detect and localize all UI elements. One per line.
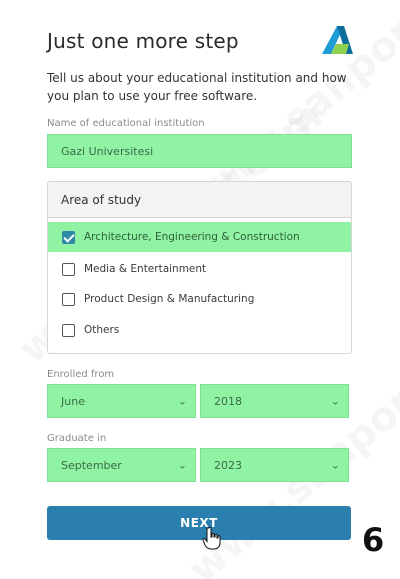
page-title: Just one more step bbox=[47, 29, 239, 53]
graduate-month-value: September bbox=[61, 458, 122, 472]
institution-input[interactable]: Gazi Universitesi bbox=[47, 134, 352, 168]
enrolled-month-select[interactable]: June ⌄ bbox=[47, 384, 196, 418]
area-of-study-panel: Area of study Architecture, Engineering … bbox=[47, 181, 352, 354]
graduate-year-select[interactable]: 2023 ⌄ bbox=[200, 448, 349, 482]
enrolled-label: Enrolled from bbox=[47, 369, 115, 380]
hand-cursor-icon bbox=[202, 526, 221, 550]
enrolled-year-value: 2018 bbox=[214, 394, 242, 408]
institution-value: Gazi Universitesi bbox=[61, 144, 154, 158]
graduate-year-value: 2023 bbox=[214, 458, 242, 472]
study-option-product-design[interactable]: Product Design & Manufacturing bbox=[48, 284, 351, 314]
study-option-label: Architecture, Engineering & Construction bbox=[84, 231, 300, 243]
checkbox-icon[interactable] bbox=[62, 262, 75, 276]
study-option-label: Media & Entertainment bbox=[84, 263, 207, 275]
step-number: 6 bbox=[362, 521, 385, 559]
study-option-label: Others bbox=[84, 324, 120, 336]
institution-label: Name of educational institution bbox=[47, 118, 205, 129]
study-option-media[interactable]: Media & Entertainment bbox=[48, 254, 351, 284]
chevron-down-icon: ⌄ bbox=[330, 458, 340, 472]
checkbox-icon[interactable] bbox=[62, 323, 75, 337]
next-button[interactable]: NEXT bbox=[47, 506, 351, 540]
graduate-label: Graduate in bbox=[47, 433, 107, 444]
chevron-down-icon: ⌄ bbox=[330, 394, 340, 408]
study-option-aec[interactable]: Architecture, Engineering & Construction bbox=[48, 222, 351, 252]
checkbox-icon[interactable] bbox=[62, 292, 75, 306]
area-of-study-header: Area of study bbox=[48, 182, 351, 218]
graduate-month-select[interactable]: September ⌄ bbox=[47, 448, 196, 482]
study-option-others[interactable]: Others bbox=[48, 315, 351, 345]
checkbox-checked-icon[interactable] bbox=[62, 230, 75, 244]
chevron-down-icon: ⌄ bbox=[177, 394, 187, 408]
chevron-down-icon: ⌄ bbox=[177, 458, 187, 472]
autodesk-logo-icon bbox=[322, 26, 353, 54]
description: Tell us about your educational instituti… bbox=[47, 71, 347, 103]
enrolled-month-value: June bbox=[61, 394, 85, 408]
study-option-label: Product Design & Manufacturing bbox=[84, 293, 255, 305]
enrolled-year-select[interactable]: 2018 ⌄ bbox=[200, 384, 349, 418]
